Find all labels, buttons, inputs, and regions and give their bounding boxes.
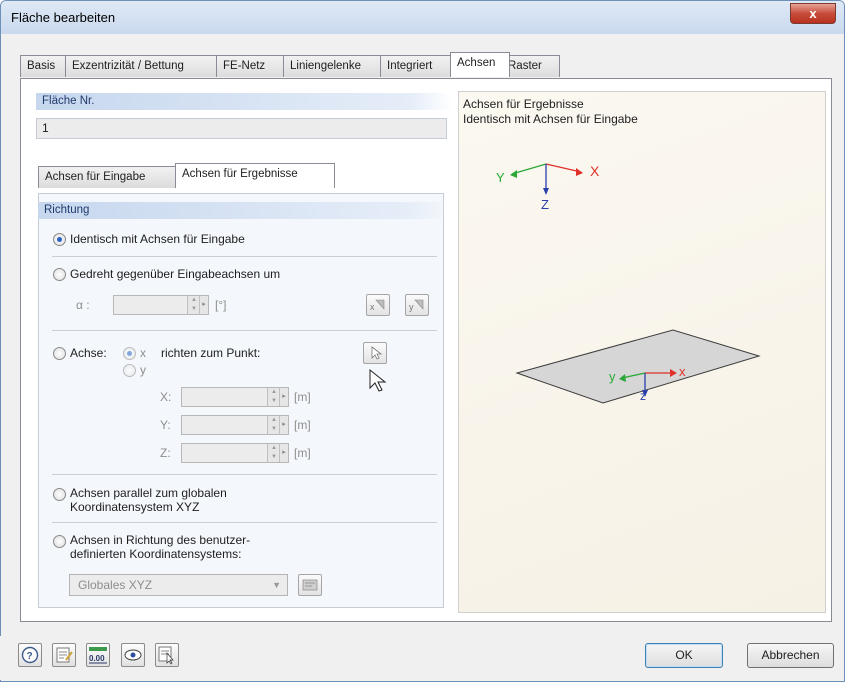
tab-achsen[interactable]: Achsen: [450, 52, 510, 77]
svg-text:y: y: [409, 302, 414, 312]
pick-surface-icon: [158, 646, 174, 665]
svg-text:x: x: [370, 302, 375, 312]
pick-point-button[interactable]: [363, 342, 387, 364]
svg-text:?: ?: [27, 651, 33, 662]
ok-button[interactable]: OK: [645, 643, 723, 668]
rotate-y-icon: y: [409, 299, 424, 312]
alpha-input[interactable]: ▲ ▼ ▸: [113, 295, 209, 315]
decimal-places-icon: 0.00: [89, 647, 107, 664]
help-button[interactable]: ?: [18, 643, 42, 667]
edit-note-icon: [56, 647, 73, 663]
separator: [52, 522, 437, 523]
radio-achse[interactable]: [53, 347, 66, 360]
x-unit: [m]: [294, 390, 311, 404]
global-y-label: Y: [496, 170, 505, 185]
z-unit: [m]: [294, 446, 311, 460]
x-input[interactable]: ▲ ▼ ▸: [181, 387, 289, 407]
alpha-label: α :: [76, 298, 90, 312]
label-achse-x: x: [140, 346, 146, 360]
tab-fe-netz[interactable]: FE-Netz: [216, 55, 291, 77]
axes-preview: Achsen für Ergebnisse Identisch mit Achs…: [458, 91, 826, 613]
arrow-head-icon: [510, 170, 517, 178]
surface-plane: [515, 329, 761, 404]
preview-canvas: [510, 163, 761, 404]
separator: [52, 474, 437, 475]
help-icon: ?: [21, 646, 39, 664]
rotate-x-button[interactable]: x: [366, 294, 390, 316]
label-benutzer-2: definierten Koordinatensystems:: [70, 547, 242, 561]
view-button[interactable]: [121, 643, 145, 667]
pick-surface-button[interactable]: [155, 643, 179, 667]
label-identisch: Identisch mit Achsen für Eingabe: [70, 232, 245, 246]
global-x-axis: [545, 163, 582, 173]
mouse-cursor-icon: [369, 368, 387, 392]
radio-achse-x[interactable]: [123, 347, 136, 360]
tab-liniengelenke[interactable]: Liniengelenke: [283, 55, 388, 77]
notes-button[interactable]: [52, 643, 76, 667]
richtung-header: Richtung: [38, 202, 448, 219]
radio-parallel[interactable]: [53, 488, 66, 501]
radio-gedreht[interactable]: [53, 268, 66, 281]
y-unit: [m]: [294, 418, 311, 432]
local-x-label: x: [679, 364, 686, 379]
pointer-pick-icon: [371, 346, 383, 360]
label-richten: richten zum Punkt:: [161, 346, 261, 360]
chevron-down-icon: ▼: [272, 580, 281, 590]
alpha-unit: [°]: [215, 298, 227, 312]
label-gedreht: Gedreht gegenüber Eingabeachsen um: [70, 267, 281, 281]
flaeche-header: Fläche Nr.: [36, 93, 452, 110]
flaeche-nr-field[interactable]: 1: [36, 118, 447, 139]
rotate-y-button[interactable]: y: [405, 294, 429, 316]
label-achse-y: y: [140, 363, 146, 377]
arrow-head-icon: [543, 188, 549, 195]
tab-exzentrizitaet[interactable]: Exzentrizität / Bettung: [65, 55, 224, 77]
combo-value: Globales XYZ: [78, 578, 153, 592]
eye-icon: [124, 649, 142, 661]
global-z-label: Z: [541, 197, 549, 212]
x-label: X:: [160, 390, 172, 404]
subtab-ergebnisse[interactable]: Achsen für Ergebnisse: [175, 163, 335, 188]
decimal-places-button[interactable]: 0.00: [86, 643, 110, 667]
local-z-label: z: [640, 389, 646, 403]
y-label: Y:: [160, 418, 171, 432]
y-input[interactable]: ▲ ▼ ▸: [181, 415, 289, 435]
y-pick-icon[interactable]: ▸: [279, 416, 288, 434]
z-label: Z:: [160, 446, 171, 460]
separator: [52, 256, 437, 257]
x-pick-icon[interactable]: ▸: [279, 388, 288, 406]
window-title: Fläche bearbeiten: [11, 10, 116, 25]
edit-coordinate-system-icon: [302, 579, 318, 591]
koordinatensystem-select[interactable]: Globales XYZ ▼: [69, 574, 288, 596]
label-achse: Achse:: [70, 346, 107, 360]
z-pick-icon[interactable]: ▸: [279, 444, 288, 462]
arrow-head-icon: [576, 168, 583, 176]
title-bar: Fläche bearbeiten x: [1, 1, 844, 34]
decimal-value: 0.00: [89, 654, 105, 663]
label-parallel-1: Achsen parallel zum globalen: [70, 486, 227, 500]
radio-achse-y[interactable]: [123, 364, 136, 377]
label-parallel-2: Koordinatensystem XYZ: [70, 500, 200, 514]
bottom-bar: ? 0.00 OK Abbrechen: [0, 636, 843, 680]
separator: [52, 330, 437, 331]
koordinatensystem-edit-button[interactable]: [298, 574, 322, 596]
subtab-eingabe[interactable]: Achsen für Eingabe: [38, 166, 178, 188]
rotate-x-icon: x: [370, 299, 385, 312]
radio-benutzer[interactable]: [53, 535, 66, 548]
radio-identisch[interactable]: [53, 233, 66, 246]
label-benutzer-1: Achsen in Richtung des benutzer-: [70, 533, 251, 547]
close-button[interactable]: x: [790, 3, 836, 24]
z-input[interactable]: ▲ ▼ ▸: [181, 443, 289, 463]
tab-integriert[interactable]: Integriert: [380, 55, 461, 77]
global-x-label: X: [590, 163, 600, 179]
global-axes: [510, 163, 583, 195]
cancel-button[interactable]: Abbrechen: [747, 643, 834, 668]
alpha-pick-icon[interactable]: ▸: [199, 296, 208, 314]
global-y-axis: [511, 163, 547, 175]
local-y-label: y: [609, 369, 616, 384]
